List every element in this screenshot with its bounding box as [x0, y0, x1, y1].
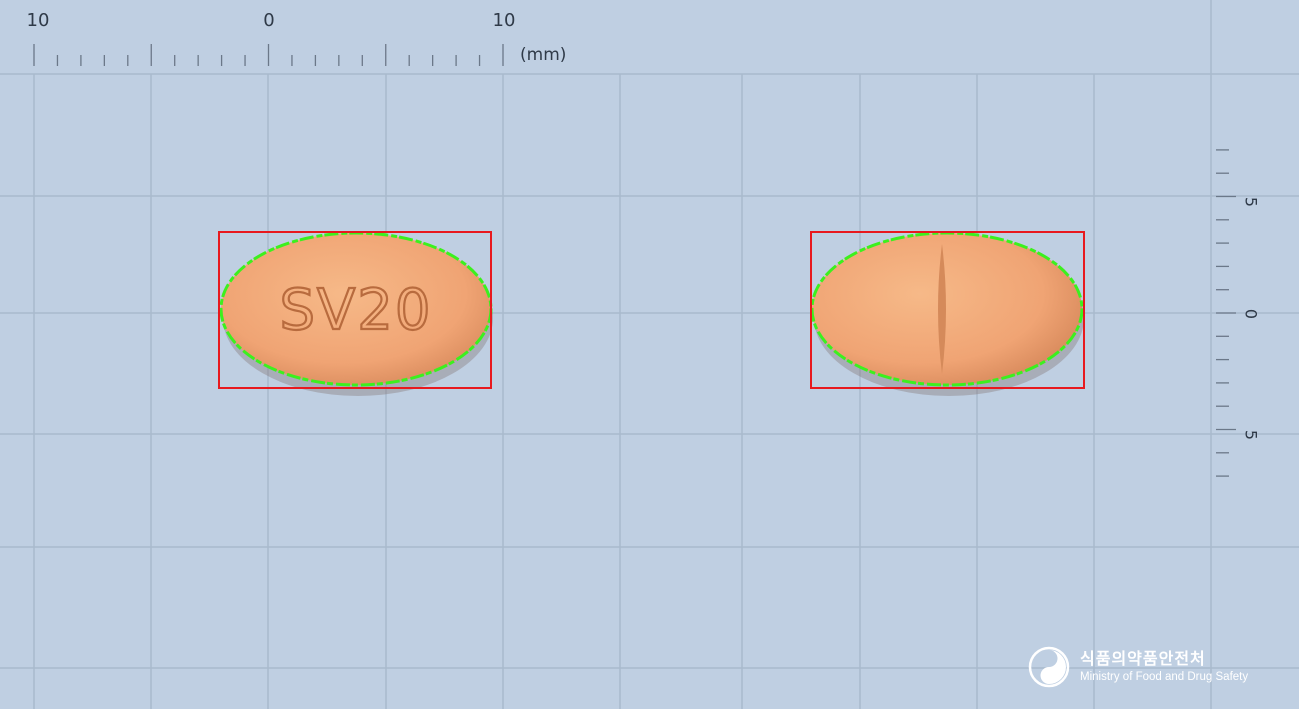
mfds-logo: 식품의약품안전처 Ministry of Food and Drug Safet…: [1028, 646, 1248, 688]
ruler-label-0: 0: [263, 10, 275, 31]
background-grid: [0, 0, 1299, 709]
ruler-label-left-10: 10: [26, 10, 50, 31]
pill-front-bounding-box: [218, 231, 492, 389]
vruler-label-0: 0: [1241, 308, 1261, 320]
vruler-label-bottom-5: 5: [1241, 429, 1261, 441]
logo-english-text: Ministry of Food and Drug Safety: [1080, 671, 1249, 683]
logo-korean-text: 식품의약품안전처: [1080, 649, 1206, 668]
pill-back-bounding-box: [810, 231, 1085, 389]
ruler-unit-label: (mm): [520, 45, 567, 65]
mfds-logo-icon: [1028, 646, 1070, 688]
vruler-label-top-5: 5: [1241, 196, 1261, 208]
ruler-label-right-10: 10: [492, 10, 516, 31]
